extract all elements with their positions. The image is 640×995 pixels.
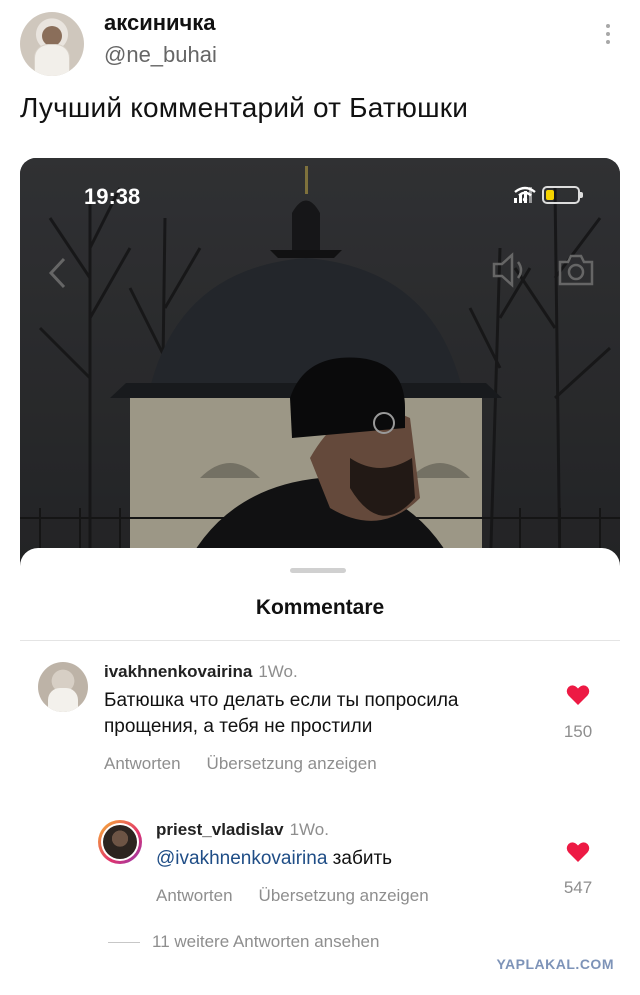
divider (20, 640, 620, 641)
reply-actions: Antworten Übersetzung anzeigen (156, 886, 429, 906)
battery-icon (542, 186, 583, 204)
translate-button[interactable]: Übersetzung anzeigen (207, 754, 377, 774)
view-more-replies[interactable]: 11 weitere Antworten ansehen (108, 932, 379, 952)
comment-text: Батюшка что делать если ты попросила про… (104, 690, 459, 737)
commenter-avatar[interactable] (38, 662, 88, 712)
author-handle[interactable]: @ne_buhai (104, 42, 217, 68)
author-avatar[interactable] (20, 12, 84, 76)
like-count: 150 (563, 722, 593, 741)
back-icon[interactable] (46, 256, 68, 290)
reply-button[interactable]: Antworten (104, 754, 181, 774)
chapel-scene (20, 158, 620, 578)
comment-time: 1Wo. (258, 662, 298, 681)
reply-text: @ivakhnenkovairina забить (156, 848, 393, 869)
comment-username[interactable]: ivakhnenkovairina 1Wo. (104, 662, 298, 682)
camera-icon[interactable] (556, 252, 596, 288)
author-name[interactable]: аксиничка (104, 10, 216, 36)
more-options-icon[interactable] (606, 24, 612, 44)
reply-avatar[interactable] (98, 820, 142, 864)
divider-line (108, 941, 140, 943)
heart-icon[interactable] (566, 684, 590, 706)
video-frame: 19:38 (20, 158, 620, 578)
sheet-grabber[interactable] (290, 568, 346, 573)
like-count: 547 (563, 878, 593, 897)
translate-button[interactable]: Übersetzung anzeigen (259, 886, 429, 906)
more-replies-label[interactable]: 11 weitere Antworten ansehen (152, 932, 379, 952)
mention-link[interactable]: @ivakhnenkovairina (156, 848, 327, 869)
comment-actions: Antworten Übersetzung anzeigen (104, 754, 377, 774)
embedded-screenshot[interactable]: 19:38 Kommentare ivakhnenkovairina 1Wo. … (20, 158, 620, 986)
speaker-icon[interactable] (490, 252, 530, 288)
status-time: 19:38 (84, 184, 141, 209)
wifi-icon (514, 186, 536, 202)
reply-time: 1Wo. (289, 820, 329, 839)
tweet-text: Лучший комментарий от Батюшки (20, 92, 469, 123)
status-icons (514, 186, 583, 204)
reply-button[interactable]: Antworten (156, 886, 233, 906)
watermark: YAPLAKAL.COM (496, 956, 614, 972)
reply-username[interactable]: priest_vladislav 1Wo. (156, 820, 329, 840)
comments-sheet: Kommentare ivakhnenkovairina 1Wo. Батюшка… (20, 548, 620, 986)
sheet-title: Kommentare (255, 596, 385, 619)
heart-icon[interactable] (566, 841, 590, 863)
